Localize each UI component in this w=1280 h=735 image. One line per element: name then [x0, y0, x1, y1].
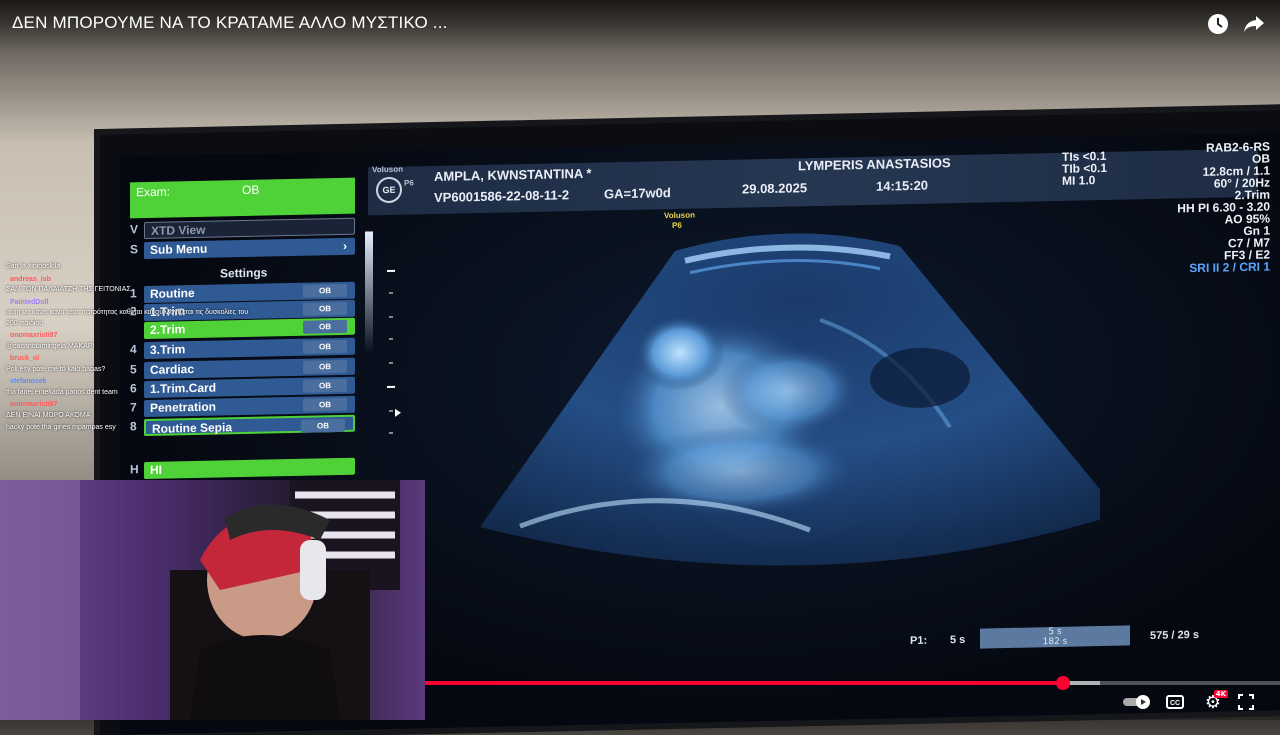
cine-loop-bar[interactable]: 5 s 182 s — [980, 625, 1130, 648]
probe-settings-panel: RAB2-6-RS OB 12.8cm / 1.1 60° / 20Hz 2.T… — [1160, 140, 1270, 274]
preset-ob-tag: OB — [303, 398, 347, 412]
ultrasound-scan-image[interactable] — [480, 224, 1100, 657]
thermal-index-panel: TIs <0.1 TIb <0.1 MI 1.0 — [1062, 150, 1107, 187]
chat-message: stefanosektha fanei entekada panos dent … — [6, 377, 256, 398]
xtd-view-label: XTD View — [144, 218, 355, 239]
model-label: P6 — [404, 178, 414, 187]
hi-item[interactable]: H HI — [130, 458, 355, 480]
preset-ob-tag: OB — [303, 340, 347, 354]
p1-value: 5 s — [950, 634, 965, 646]
preset-ob-tag: OB — [301, 419, 345, 433]
preset-ob-tag: OB — [303, 284, 347, 298]
ultrasound-header: GE Voluson P6 AMPLA, KWNSTANTINA * VP600… — [368, 149, 1258, 216]
preset-ob-tag: OB — [303, 360, 347, 374]
exam-label: Exam: — [136, 185, 170, 200]
cine-bar-bottom: 182 s — [980, 635, 1130, 648]
chat-text: Poli esy pote me to kalo babas? — [6, 365, 256, 376]
scan-date: 29.08.2025 — [742, 180, 807, 196]
chat-overlay: San la xinigoskila andreas_isbΣΑΝ ΤΟΝ ΠΑΛ… — [6, 262, 256, 436]
exam-value: OB — [242, 183, 259, 197]
chat-username: onomaxristi97 — [6, 400, 256, 411]
brand-label: Voluson — [372, 165, 403, 175]
video-progress-bar[interactable] — [425, 681, 1280, 685]
preset-ob-tag: OB — [303, 320, 347, 334]
preset-ob-tag: OB — [303, 379, 347, 393]
chat-message: andreas_isbΣΑΝ ΤΟΝ ΠΑΛΑΙΑΤΖΗ ΤΗΣ ΓΕΙΤΟΝΙ… — [6, 275, 256, 296]
svg-text:CC: CC — [1170, 700, 1180, 707]
patient-name: AMPLA, KWNSTANTINA * — [434, 166, 591, 184]
chat-text: tha fanei entekada panos dent team — [6, 388, 256, 399]
progress-scrubber[interactable] — [1056, 676, 1070, 690]
sub-menu-label: Sub Menu› — [144, 238, 355, 259]
ge-logo-icon: GE — [376, 177, 402, 204]
gestational-age: GA=17w0d — [604, 185, 671, 201]
clock-icon[interactable] — [1206, 12, 1230, 36]
progress-played — [425, 681, 1063, 685]
overlay-model: P6 — [672, 221, 682, 230]
chat-text: ΔΕΝ ΕΙΝΑΙ ΜΩΡΟ ΑΚΟΜΑ — [6, 411, 256, 422]
webcam-feed — [0, 480, 425, 720]
fullscreen-icon[interactable] — [1236, 692, 1256, 712]
chat-text: ΣΑΝ ΤΟΝ ΠΑΛΑΙΑΤΖΗ ΤΗΣ ΓΕΙΤΟΝΙΑΣ — [6, 285, 256, 296]
chat-username: onomaxristi97 — [6, 331, 256, 342]
chat-username: bruck_ol — [6, 354, 256, 365]
xtd-view-item[interactable]: V XTD View — [130, 218, 355, 240]
quality-badge: 4K — [1214, 690, 1228, 698]
exam-selector[interactable]: Exam: OB — [130, 178, 355, 219]
streamer-image — [0, 480, 425, 720]
doctor-name: LYMPERIS ANASTASIOS — [798, 155, 951, 173]
chat-text: αυτη να κανει κανα τεστ πατρότητας καθετ… — [6, 308, 256, 329]
chevron-right-icon: › — [343, 238, 347, 255]
sub-menu-item[interactable]: S Sub Menu› — [130, 238, 355, 260]
sri-line: SRI II 2 / CRI 1 — [1160, 260, 1270, 274]
chat-message: hacky pote tha gines mpampas esy — [6, 423, 256, 434]
video-title[interactable]: ΔΕΝ ΜΠΟΡΟΥΜΕ ΝΑ ΤΟ ΚΡΑΤΑΜΕ ΑΛΛΟ ΜΥΣΤΙΚΟ … — [12, 13, 448, 33]
video-top-bar: ΔΕΝ ΜΠΟΡΟΥΜΕ ΝΑ ΤΟ ΚΡΑΤΑΜΕ ΑΛΛΟ ΜΥΣΤΙΚΟ … — [0, 0, 1280, 50]
chat-username: PaintedDoll — [6, 298, 256, 309]
frame-counter: 575 / 29 s — [1150, 629, 1199, 642]
chat-text: San la xinigoskila — [6, 262, 256, 273]
chat-message: onomaxristi97@cacanotamingela ΜΑΚΑΡΙ — [6, 331, 256, 352]
chat-message: bruck_olPoli esy pote me to kalo babas? — [6, 354, 256, 375]
chat-username: andreas_isb — [6, 275, 256, 286]
p1-label: P1: — [910, 635, 927, 647]
study-id: VP6001586-22-08-11-2 — [434, 187, 569, 205]
chat-message: San la xinigoskila — [6, 262, 256, 273]
chat-text: @cacanotamingela ΜΑΚΑΡΙ — [6, 342, 256, 353]
mi-value: MI 1.0 — [1062, 174, 1107, 187]
autoplay-toggle-icon[interactable] — [1122, 692, 1154, 712]
preset-ob-tag: OB — [303, 302, 347, 316]
chat-message: onomaxristi97ΔΕΝ ΕΙΝΑΙ ΜΩΡΟ ΑΚΟΜΑ — [6, 400, 256, 421]
share-icon[interactable] — [1242, 12, 1266, 36]
overlay-brand: Voluson — [664, 211, 695, 221]
captions-icon[interactable]: CC — [1164, 692, 1186, 712]
scan-time: 14:15:20 — [876, 178, 928, 194]
chat-message: PaintedDollαυτη να κανει κανα τεστ πατρό… — [6, 298, 256, 330]
hi-label: HI — [144, 458, 355, 479]
settings-gear-icon[interactable]: ⚙ 4K — [1200, 692, 1226, 712]
chat-text: hacky pote tha gines mpampas esy — [6, 423, 256, 434]
chat-username: stefanosek — [6, 377, 256, 388]
